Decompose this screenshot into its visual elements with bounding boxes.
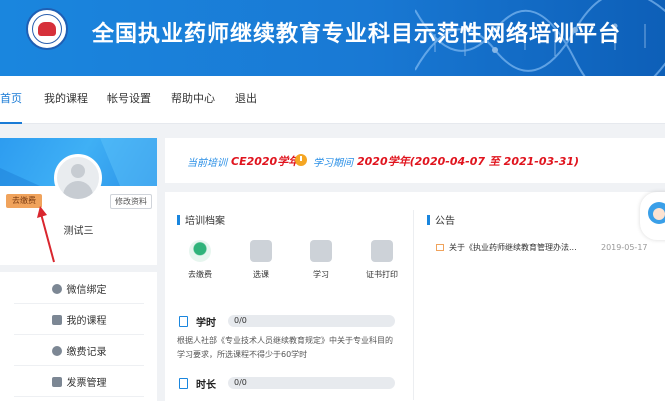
step-pay[interactable]: 去缴费 [175,240,225,280]
sidebar-item-label: 缴费记录 [66,347,107,358]
user-name: 测试三 [63,226,94,237]
red-arrow-annotation [37,206,55,263]
step-label: 证书打印 [366,270,398,279]
duration-label: 时长 [196,379,216,391]
nav-item-account-settings[interactable]: 帐号设置 [107,76,151,124]
duration-progress-bar: 0/0 [228,377,395,389]
sidebar-item-label: 发票管理 [66,378,107,389]
sidebar-item-label: 我的课程 [66,316,107,327]
sidebar-item-invoice[interactable]: 发票管理 [14,367,144,397]
pay-icon [189,240,211,262]
clock-icon [295,154,307,166]
document-icon [179,377,188,389]
training-records-title-text: 培训档案 [185,216,225,227]
announcement-title[interactable]: 关于《执业药师继续教育管理办法... [449,242,583,253]
organization-seal-logo[interactable] [26,8,68,50]
nav-item-logout[interactable]: 退出 [235,76,257,124]
announcements-title: 公告 [427,212,455,227]
announcement-icon [436,244,444,251]
duration-value: 0/0 [234,378,247,387]
hours-stat: 学时 0/0 [179,314,395,329]
sidebar-item-label: 微信绑定 [66,285,107,296]
hours-label: 学时 [196,317,216,329]
printer-icon [371,240,393,262]
panel-divider [413,210,414,400]
step-label: 学习 [313,270,329,279]
document-icon [179,315,188,327]
nav-item-my-courses[interactable]: 我的课程 [44,76,88,124]
step-label: 选课 [253,270,269,279]
nav-item-help-center[interactable]: 帮助中心 [171,76,215,124]
step-study[interactable]: 学习 [296,240,346,280]
nav-item-home[interactable]: 首页 [0,76,22,124]
study-period-label: 学习期间 [313,158,353,169]
invoice-icon [51,376,62,387]
announcements-title-text: 公告 [435,216,455,227]
step-label: 去缴费 [188,270,212,279]
duration-stat: 时长 0/0 [179,376,395,391]
select-course-icon [250,240,272,262]
sidebar-item-my-courses[interactable]: 我的课程 [14,305,144,335]
training-records-title: 培训档案 [177,212,225,227]
sidebar-item-payment-records[interactable]: 缴费记录 [14,336,144,366]
study-book-icon [310,240,332,262]
hours-value: 0/0 [234,316,247,325]
main-nav: 首页 我的课程 帐号设置 帮助中心 退出 [0,76,665,124]
header-banner: 全国执业药师继续教育专业科目示范性网络培训平台 [0,0,665,76]
announcement-item[interactable]: 关于《执业药师继续教育管理办法... 2019-05-17 [436,242,665,253]
profile-card: 去缴费 修改资料 测试三 [0,138,157,265]
sidebar-menu: 微信绑定 我的课程 缴费记录 发票管理 [0,272,157,401]
book-icon [51,314,62,325]
hours-requirement-text: 根据人社部《专业技术人员继续教育规定》中关于专业科目的学习要求，所选课程不得少于… [177,336,393,359]
current-training-value: CE2020学年 [231,155,300,168]
customer-service-avatar[interactable] [640,192,665,240]
step-certificate-print[interactable]: 证书打印 [357,240,407,280]
page-root: 全国执业药师继续教育专业科目示范性网络培训平台 首页 我的课程 帐号设置 帮助中… [0,0,665,401]
announcement-date: 2019-05-17 [601,243,648,252]
hours-progress-bar: 0/0 [228,315,395,327]
current-training-label: 当前培训 [187,158,227,169]
site-title: 全国执业药师继续教育专业科目示范性网络培训平台 [92,22,622,47]
records-panel: 培训档案 去缴费 选课 学习 证书打印 学时 0/0 根据人社部《专业技术人员继… [165,192,665,401]
study-period-value: 2020学年(2020-04-07 至 2021-03-31) [357,155,580,168]
avatar[interactable] [54,154,102,202]
edit-profile-button[interactable]: 修改资料 [110,194,152,209]
training-info-bar: 当前培训 CE2020学年 学习期间 2020学年(2020-04-07 至 2… [165,138,665,183]
step-select-course[interactable]: 选课 [236,240,286,280]
sidebar-item-wechat[interactable]: 微信绑定 [14,274,144,304]
payment-record-icon [51,345,62,356]
wechat-icon [51,283,62,294]
